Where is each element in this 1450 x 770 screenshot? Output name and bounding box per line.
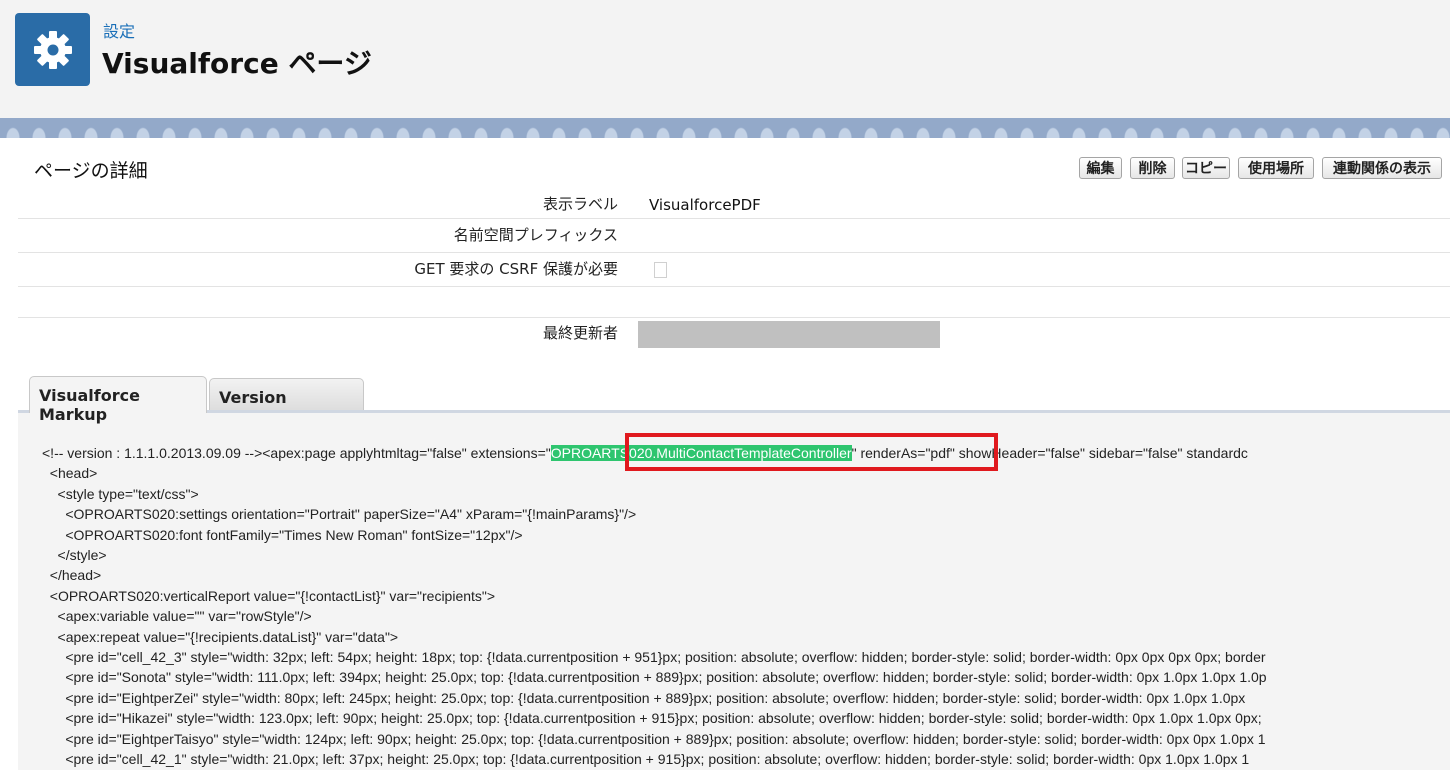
csrf-checkbox xyxy=(654,262,667,278)
code-line: <OPROARTS020:verticalReport value="{!con… xyxy=(42,587,496,604)
divider xyxy=(18,317,1450,318)
show-dependencies-button[interactable]: 連動関係の表示 xyxy=(1322,157,1442,179)
divider xyxy=(18,286,1450,287)
setup-icon-tile xyxy=(15,13,90,86)
code-line: <pre id="cell_42_1" style="width: 21.0px… xyxy=(42,751,1250,768)
decorative-band xyxy=(0,118,1450,138)
where-used-button[interactable]: 使用場所 xyxy=(1238,157,1314,179)
divider xyxy=(18,218,1450,219)
code-line: <pre id="EightperTaisyo" style="width: 1… xyxy=(42,730,1266,747)
code-line: <OPROARTS020:font fontFamily="Times New … xyxy=(42,526,523,543)
annotation-box xyxy=(625,433,998,471)
code-line-1-prefix: <!-- version : 1.1.1.0.2013.09.09 --><ap… xyxy=(42,445,551,461)
code-line: <pre id="EightperZei" style="width: 80px… xyxy=(42,689,1246,706)
code-line: <head> xyxy=(42,465,98,482)
page-title: Visualforce ページ xyxy=(102,47,372,80)
field-label-last-modified-by: 最終更新者 xyxy=(542,324,618,342)
code-line: <OPROARTS020:settings orientation="Portr… xyxy=(42,506,637,523)
tab-version-settings[interactable]: Version Settings xyxy=(209,378,364,426)
edit-button[interactable]: 編集 xyxy=(1079,157,1122,179)
section-title: ページの詳細 xyxy=(34,160,148,182)
page-header: 設定 Visualforce ページ xyxy=(0,0,1450,118)
field-label-namespace-prefix: 名前空間プレフィックス xyxy=(453,226,618,244)
code-line: <pre id="Sonota" style="width: 111.0px; … xyxy=(42,669,1267,686)
code-line: <apex:repeat value="{!recipients.dataLis… xyxy=(42,628,399,645)
code-line: </style> xyxy=(42,547,107,564)
markup-code: <!-- version : 1.1.1.0.2013.09.09 --><ap… xyxy=(42,443,1267,770)
code-line: <style type="text/css"> xyxy=(42,485,199,502)
code-line: <pre id="cell_42_3" style="width: 32px; … xyxy=(42,649,1266,666)
copy-button[interactable]: コピー xyxy=(1182,157,1230,179)
field-label-display-label: 表示ラベル xyxy=(542,195,618,213)
tab-visualforce-markup[interactable]: Visualforce Markup xyxy=(29,376,207,424)
code-line: <apex:variable value="" var="rowStyle"/> xyxy=(42,608,312,625)
breadcrumb[interactable]: 設定 xyxy=(103,18,135,42)
gear-icon xyxy=(33,30,72,69)
field-label-csrf-required: GET 要求の CSRF 保護が必要 xyxy=(414,260,618,278)
code-line: <pre id="Hikazei" style="width: 123.0px;… xyxy=(42,710,1262,727)
redacted-value xyxy=(638,321,940,348)
divider xyxy=(18,252,1450,253)
delete-button[interactable]: 削除 xyxy=(1130,157,1175,179)
code-line: </head> xyxy=(42,567,102,584)
field-value-display-label: VisualforcePDF xyxy=(649,196,761,214)
